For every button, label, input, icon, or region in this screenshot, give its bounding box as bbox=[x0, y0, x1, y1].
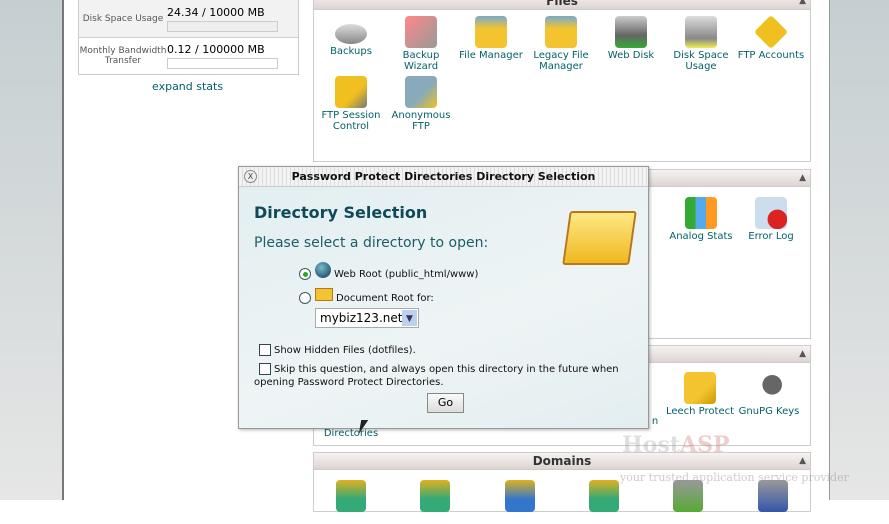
wizard-icon bbox=[405, 16, 437, 48]
show-hidden-option[interactable]: Show Hidden Files (dotfiles). bbox=[259, 344, 416, 356]
go-button[interactable]: Go bbox=[427, 393, 464, 413]
collapse-icon[interactable]: ▲ bbox=[799, 0, 806, 10]
analog-stats-item[interactable]: Analog Stats bbox=[666, 197, 736, 242]
bar-stats-icon bbox=[685, 197, 717, 229]
bandwidth-value: 0.12 / 100000 MB bbox=[167, 43, 278, 56]
collapse-icon[interactable]: ▲ bbox=[799, 346, 806, 363]
www-icon[interactable] bbox=[589, 480, 619, 512]
files-title: Files bbox=[546, 0, 578, 8]
backup-wizard-item[interactable]: Backup Wizard bbox=[386, 16, 456, 72]
hostasp-watermark: HostASP bbox=[622, 432, 730, 458]
directory-selection-dialog: X Password Protect Directories Directory… bbox=[238, 166, 649, 429]
collapse-icon[interactable]: ▲ bbox=[799, 170, 806, 187]
label: Backups bbox=[330, 46, 372, 57]
label: FTP Accounts bbox=[738, 50, 804, 61]
domain-select-value: mybiz123.net bbox=[320, 311, 402, 325]
disk-icon bbox=[335, 24, 367, 44]
label: FTP Session Control bbox=[321, 110, 380, 132]
bandwidth-bar bbox=[167, 58, 278, 69]
show-hidden-checkbox[interactable] bbox=[259, 344, 271, 356]
document-root-option[interactable]: Document Root for: bbox=[299, 292, 434, 304]
ftp-gear-icon bbox=[335, 76, 367, 108]
anonymous-ftp-item[interactable]: Anonymous FTP bbox=[386, 76, 456, 132]
dialog-titlebar[interactable]: X Password Protect Directories Directory… bbox=[239, 167, 648, 187]
redirect-icon[interactable] bbox=[673, 480, 703, 512]
document-root-radio[interactable] bbox=[299, 292, 311, 304]
chevron-down-icon[interactable]: ▼ bbox=[402, 310, 417, 326]
network-disk-icon bbox=[615, 16, 647, 48]
disk-space-usage-item[interactable]: Disk Space Usage bbox=[666, 16, 736, 72]
label: Leech Protect bbox=[666, 406, 734, 417]
stats-table: Disk Space Usage 24.34 / 10000 MB Monthl… bbox=[78, 0, 299, 75]
web-disk-item[interactable]: Web Disk bbox=[596, 16, 666, 72]
label: Analog Stats bbox=[669, 231, 732, 242]
ftp-accounts-item[interactable]: FTP Accounts bbox=[736, 16, 806, 72]
web-root-radio[interactable] bbox=[299, 268, 311, 280]
bandwidth-label: Monthly Bandwidth Transfer bbox=[79, 46, 167, 66]
folder-icon bbox=[315, 288, 333, 301]
disk-space-label: Disk Space Usage bbox=[79, 14, 167, 24]
label: Disk Space Usage bbox=[673, 50, 728, 72]
backups-item[interactable]: Backups bbox=[316, 16, 386, 72]
domains-title: Domains bbox=[533, 454, 592, 468]
domain-select[interactable]: mybiz123.net▼ bbox=[315, 308, 419, 328]
lock-folder-icon bbox=[684, 372, 716, 404]
www-icon[interactable] bbox=[420, 480, 450, 512]
show-hidden-label: Show Hidden Files (dotfiles). bbox=[274, 345, 416, 356]
www-icon[interactable] bbox=[336, 480, 366, 512]
dialog-prompt: Please select a directory to open: bbox=[254, 235, 488, 251]
label: Anonymous FTP bbox=[392, 110, 451, 132]
close-icon[interactable]: X bbox=[244, 170, 257, 183]
domains-header[interactable]: Domains ▲ bbox=[314, 453, 810, 470]
skip-question-label: Skip this question, and always open this… bbox=[254, 364, 619, 388]
skip-question-option[interactable]: Skip this question, and always open this… bbox=[254, 363, 634, 389]
www-icon[interactable] bbox=[505, 480, 535, 512]
watermark-tagline: your trusted application service provide… bbox=[620, 471, 849, 484]
disk-usage-icon bbox=[685, 16, 717, 48]
keys-icon bbox=[753, 372, 785, 404]
label: Legacy File Manager bbox=[533, 50, 588, 72]
document-root-label: Document Root for: bbox=[336, 293, 434, 304]
folder-icon bbox=[545, 16, 577, 48]
dialog-heading: Directory Selection bbox=[254, 203, 427, 222]
label: Directories bbox=[324, 428, 378, 439]
background-left bbox=[0, 0, 62, 500]
expand-stats-link[interactable]: expand stats bbox=[152, 80, 223, 93]
folder-icon bbox=[475, 16, 507, 48]
disk-space-value: 24.34 / 10000 MB bbox=[167, 6, 278, 19]
partial-item[interactable]: n bbox=[650, 416, 660, 427]
ftp-session-control-item[interactable]: FTP Session Control bbox=[316, 76, 386, 132]
web-root-label: Web Root (public_html/www) bbox=[334, 269, 478, 280]
leech-protect-item[interactable]: Leech Protect bbox=[665, 372, 735, 417]
globe-icon bbox=[315, 262, 331, 278]
file-manager-item[interactable]: File Manager bbox=[456, 16, 526, 72]
legacy-file-manager-item[interactable]: Legacy File Manager bbox=[526, 16, 596, 72]
label: Web Disk bbox=[608, 50, 654, 61]
label: GnuPG Keys bbox=[739, 406, 800, 417]
label: n bbox=[652, 416, 658, 427]
error-log-icon bbox=[755, 197, 787, 229]
anonymous-ftp-icon bbox=[405, 76, 437, 108]
error-log-item[interactable]: Error Log bbox=[736, 197, 806, 242]
web-root-option[interactable]: Web Root (public_html/www) bbox=[299, 268, 478, 280]
label: Backup Wizard bbox=[403, 50, 440, 72]
disk-space-bar bbox=[167, 21, 278, 32]
label: File Manager bbox=[459, 50, 523, 61]
label: Error Log bbox=[748, 231, 793, 242]
ftp-icon bbox=[754, 15, 788, 49]
open-folder-icon bbox=[562, 211, 637, 265]
background-right bbox=[829, 0, 889, 500]
collapse-icon[interactable]: ▲ bbox=[799, 453, 806, 470]
gnupg-keys-item[interactable]: GnuPG Keys bbox=[734, 372, 804, 417]
redirect-icon[interactable] bbox=[758, 480, 788, 512]
files-panel: Files ▲ Backups Backup Wizard File Manage… bbox=[313, 0, 811, 162]
dialog-title: Password Protect Directories Directory S… bbox=[292, 170, 596, 183]
password-protect-directories-item[interactable]: Directories bbox=[316, 428, 386, 439]
files-header[interactable]: Files ▲ bbox=[314, 0, 810, 10]
skip-question-checkbox[interactable] bbox=[259, 363, 271, 375]
